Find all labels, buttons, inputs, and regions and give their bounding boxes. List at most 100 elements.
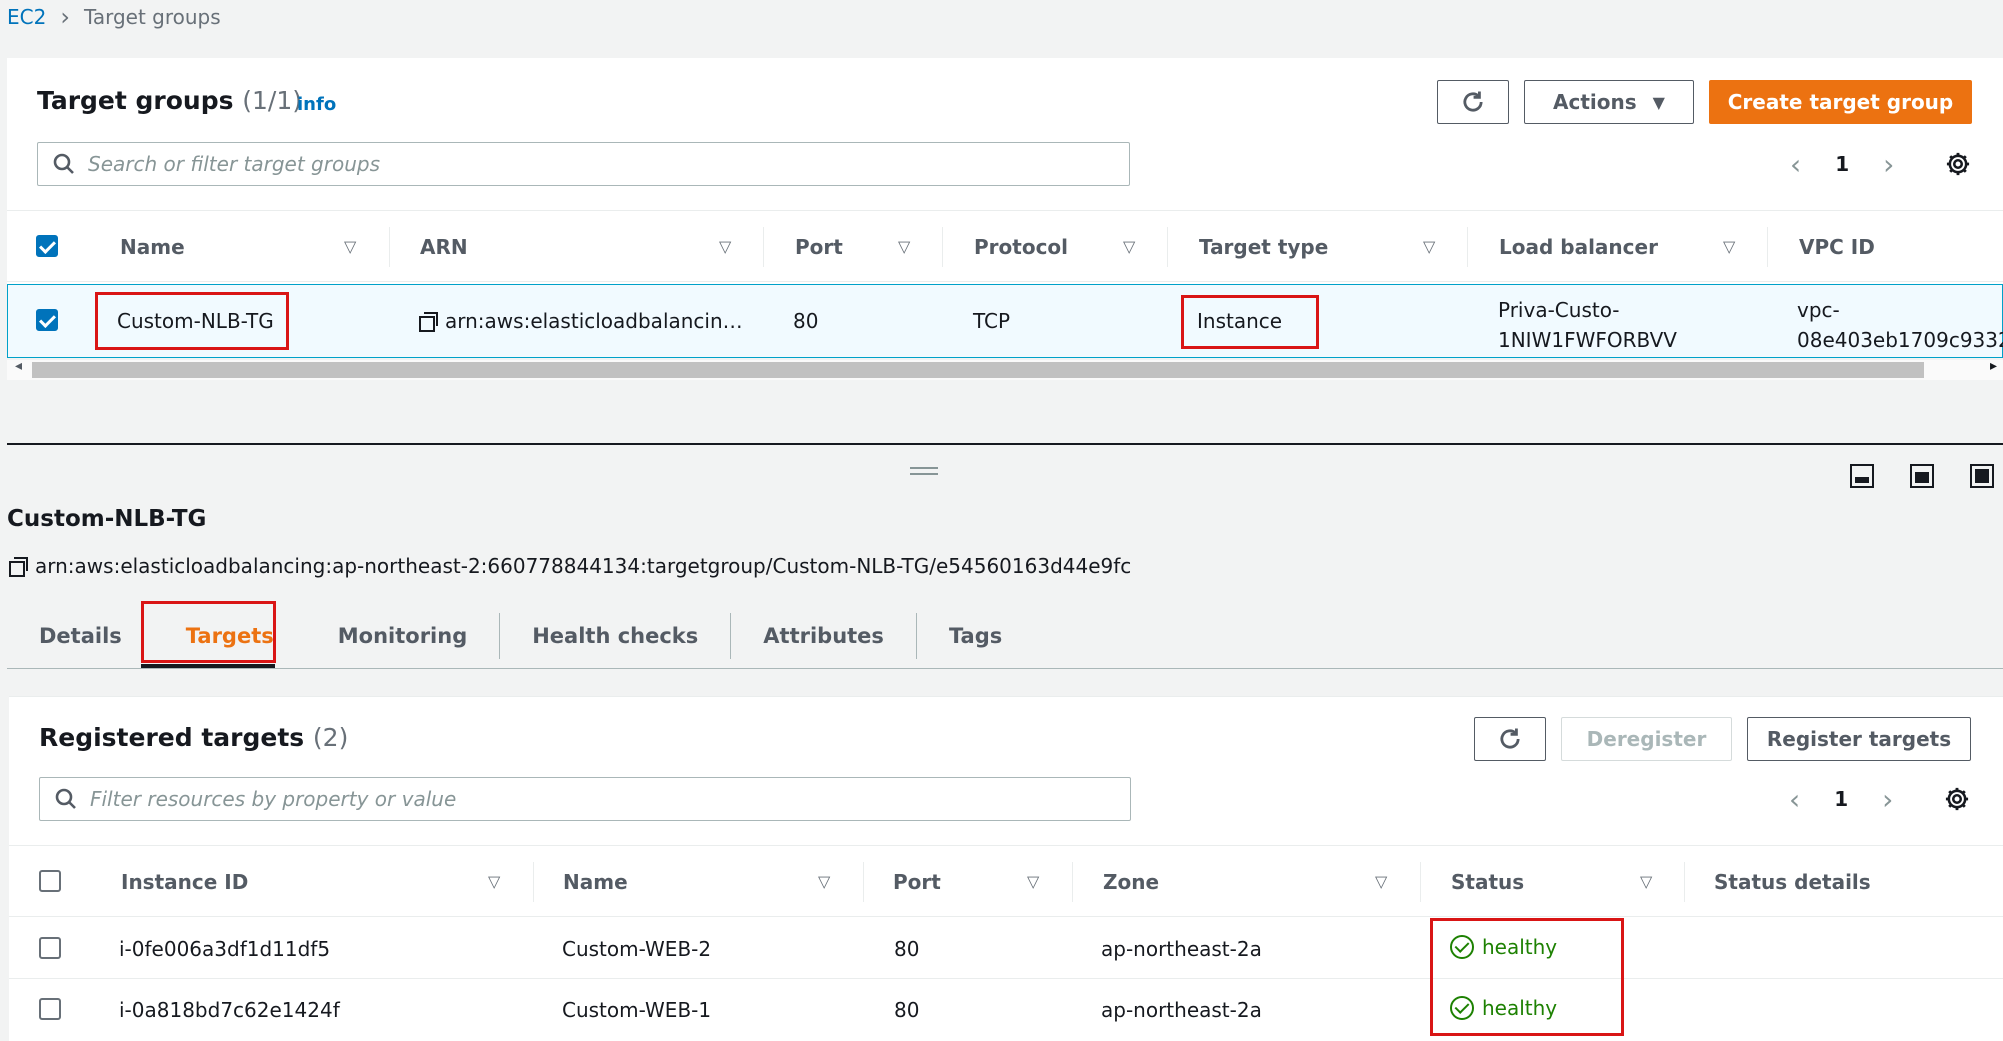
layout-full-icon[interactable]: [1970, 464, 1994, 488]
zone-cell: ap-northeast-2a: [1101, 937, 1262, 961]
instance-name-cell: Custom-WEB-1: [562, 998, 712, 1022]
chevron-right-icon: ›: [60, 3, 70, 31]
column-header-protocol[interactable]: Protocol: [974, 211, 1068, 283]
sort-icon[interactable]: ▽: [488, 872, 500, 891]
sort-icon[interactable]: ▽: [1375, 872, 1387, 891]
target-groups-search[interactable]: [37, 142, 1130, 186]
row-checkbox[interactable]: [39, 937, 61, 959]
column-divider: [942, 227, 943, 267]
layout-middle-icon[interactable]: [1910, 464, 1934, 488]
registered-targets-heading: Registered targets (2): [39, 723, 349, 752]
tab-monitoring[interactable]: Monitoring: [306, 613, 501, 659]
previous-page-icon[interactable]: ‹: [1790, 148, 1801, 181]
sort-icon[interactable]: ▽: [898, 237, 910, 256]
highlight-box: [1430, 918, 1624, 1036]
refresh-targets-button[interactable]: [1474, 717, 1546, 761]
layout-bottom-icon[interactable]: [1850, 464, 1874, 488]
register-targets-button[interactable]: Register targets: [1747, 717, 1971, 761]
info-link[interactable]: info: [297, 94, 336, 115]
column-header-port[interactable]: Port: [795, 211, 843, 283]
column-header-target-type[interactable]: Target type: [1199, 211, 1328, 283]
sort-icon[interactable]: ▽: [344, 237, 356, 256]
target-groups-search-input[interactable]: [88, 152, 1058, 176]
instance-id-link[interactable]: i-0fe006a3df1d11df5: [119, 937, 330, 961]
target-groups-table-header: Name ▽ ARN ▽ Port ▽ Protocol ▽ Target ty…: [7, 210, 2003, 282]
select-all-targets-checkbox[interactable]: [39, 870, 61, 892]
highlight-box: [1181, 295, 1319, 349]
preferences-button[interactable]: [1944, 150, 1972, 182]
row-checkbox[interactable]: [36, 309, 58, 331]
protocol-cell: TCP: [973, 309, 1011, 333]
highlight-box: [141, 601, 276, 663]
create-target-group-button[interactable]: Create target group: [1709, 80, 1972, 124]
sort-icon[interactable]: ▽: [1640, 872, 1652, 891]
tab-health-checks[interactable]: Health checks: [500, 613, 732, 659]
copy-icon[interactable]: [9, 557, 28, 577]
copy-icon[interactable]: [419, 312, 438, 332]
gear-icon: [1946, 152, 1970, 176]
column-divider: [1072, 862, 1073, 902]
column-divider: [863, 862, 864, 902]
horizontal-scrollbar[interactable]: ◂ ▸: [7, 358, 2003, 380]
scroll-right-icon[interactable]: ▸: [1990, 358, 1997, 374]
previous-page-icon[interactable]: ‹: [1789, 783, 1800, 816]
column-header-name[interactable]: Name: [563, 846, 628, 918]
instance-id-link[interactable]: i-0a818bd7c62e1424f: [119, 998, 340, 1022]
actions-dropdown-button[interactable]: Actions ▼: [1524, 80, 1694, 124]
column-divider: [389, 227, 390, 267]
column-header-name[interactable]: Name: [120, 211, 185, 283]
port-cell: 80: [793, 309, 819, 333]
column-header-arn[interactable]: ARN: [420, 211, 468, 283]
scrollbar-thumb[interactable]: [32, 362, 1924, 378]
tab-attributes[interactable]: Attributes: [731, 613, 917, 659]
next-page-icon[interactable]: ›: [1883, 148, 1894, 181]
column-header-load-balancer[interactable]: Load balancer: [1499, 211, 1658, 283]
sort-icon[interactable]: ▽: [1423, 237, 1435, 256]
instance-name-cell: Custom-WEB-2: [562, 937, 712, 961]
gear-icon: [1945, 787, 1969, 811]
tabs-divider: [7, 668, 2003, 669]
breadcrumb: EC2 › Target groups: [7, 3, 221, 31]
sort-icon[interactable]: ▽: [1027, 872, 1039, 891]
targets-filter-search[interactable]: [39, 777, 1131, 821]
detail-title: Custom-NLB-TG: [7, 506, 207, 532]
select-all-checkbox[interactable]: [36, 235, 58, 257]
targets-filter-input[interactable]: [90, 787, 1059, 811]
zone-cell: ap-northeast-2a: [1101, 998, 1262, 1022]
target-groups-pagination: ‹ 1 ›: [1790, 144, 1894, 184]
port-cell: 80: [894, 998, 920, 1022]
scroll-left-icon[interactable]: ◂: [15, 358, 22, 374]
current-page[interactable]: 1: [1835, 152, 1849, 176]
column-header-port[interactable]: Port: [893, 846, 941, 918]
detail-arn: arn:aws:elasticloadbalancing:ap-northeas…: [9, 554, 1131, 578]
column-divider: [763, 227, 764, 267]
split-panel-divider: [7, 443, 2003, 445]
next-page-icon[interactable]: ›: [1882, 783, 1893, 816]
column-header-instance-id[interactable]: Instance ID: [121, 846, 248, 918]
sort-icon[interactable]: ▽: [1123, 237, 1135, 256]
column-header-status[interactable]: Status: [1451, 846, 1524, 918]
arn-cell: arn:aws:elasticloadbalancin…: [419, 309, 743, 333]
refresh-button[interactable]: [1437, 80, 1509, 124]
column-divider: [1420, 862, 1421, 902]
drag-handle[interactable]: [910, 467, 938, 475]
sort-icon[interactable]: ▽: [719, 237, 731, 256]
load-balancer-cell[interactable]: Priva-Custo- 1NIW1FWFORBVV: [1498, 295, 1677, 355]
search-icon: [55, 788, 76, 809]
column-header-zone[interactable]: Zone: [1103, 846, 1159, 918]
breadcrumb-ec2-link[interactable]: EC2: [7, 5, 46, 29]
column-header-vpc-id[interactable]: VPC ID: [1799, 211, 1875, 283]
target-groups-count: (1/1): [242, 86, 302, 115]
deregister-button[interactable]: Deregister: [1561, 717, 1732, 761]
port-cell: 80: [894, 937, 920, 961]
highlight-box: [95, 292, 289, 350]
sort-icon[interactable]: ▽: [818, 872, 830, 891]
breadcrumb-current: Target groups: [83, 5, 221, 29]
current-page[interactable]: 1: [1834, 787, 1848, 811]
row-checkbox[interactable]: [39, 998, 61, 1020]
targets-preferences-button[interactable]: [1943, 785, 1971, 817]
column-header-status-details[interactable]: Status details: [1714, 846, 1871, 918]
tab-details[interactable]: Details: [7, 613, 154, 659]
sort-icon[interactable]: ▽: [1723, 237, 1735, 256]
tab-tags[interactable]: Tags: [917, 613, 1034, 659]
